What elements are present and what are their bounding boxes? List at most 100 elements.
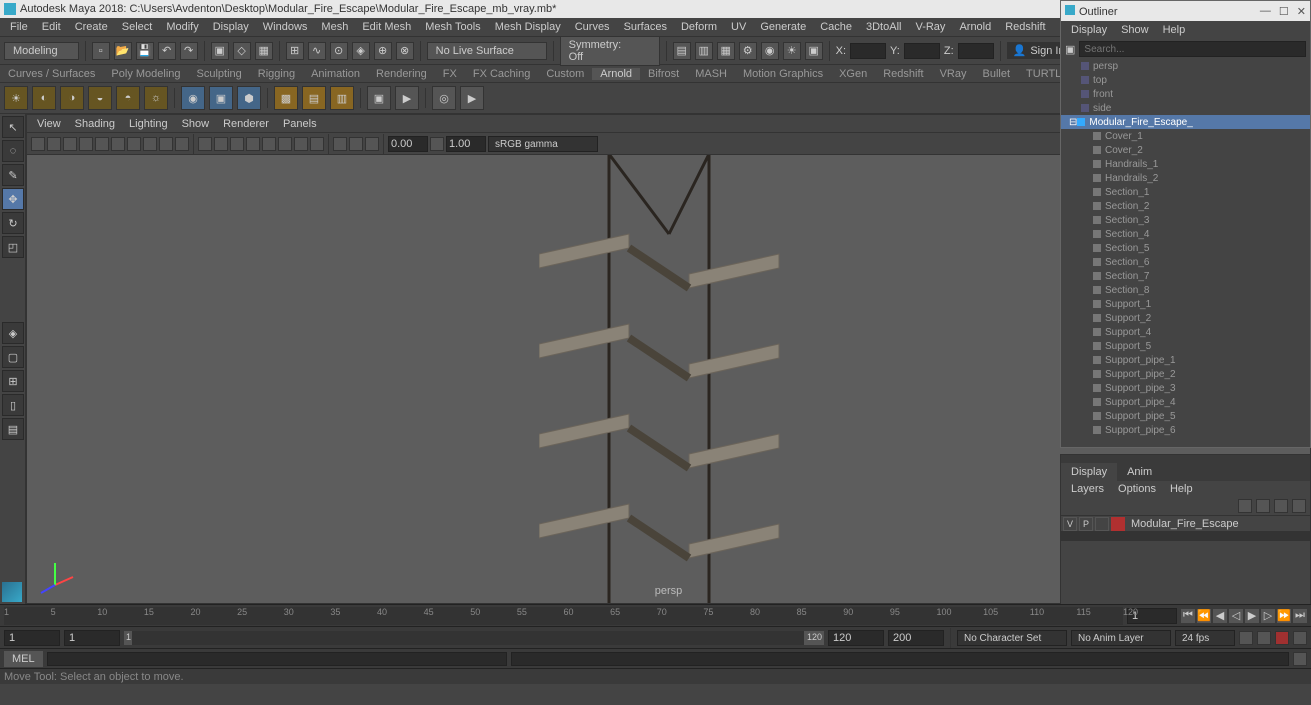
layer-move-down-icon[interactable]	[1256, 499, 1270, 513]
loop-icon[interactable]	[1239, 631, 1253, 645]
gamma-icon[interactable]	[430, 137, 444, 151]
snap-center-icon[interactable]: ⊕	[374, 42, 392, 60]
script-editor-icon[interactable]	[1293, 652, 1307, 666]
rotate-tool[interactable]: ↻	[2, 212, 24, 234]
layer-visible[interactable]: V	[1063, 517, 1077, 531]
exposure-input[interactable]	[388, 136, 428, 152]
select-mode-icon[interactable]: ▣	[211, 42, 229, 60]
layer-move-up-icon[interactable]	[1238, 499, 1252, 513]
menu-file[interactable]: File	[4, 21, 34, 33]
menu-edit-mesh[interactable]: Edit Mesh	[356, 21, 417, 33]
outliner-item-cover_2[interactable]: Cover_2	[1061, 143, 1310, 157]
depth-field-icon[interactable]	[310, 137, 324, 151]
menu-select[interactable]: Select	[116, 21, 159, 33]
resolution-gate-icon[interactable]	[159, 137, 173, 151]
layer-row[interactable]: V P Modular_Fire_Escape	[1061, 515, 1310, 531]
film-gate-icon[interactable]	[143, 137, 157, 151]
menu-redshift[interactable]: Redshift	[999, 21, 1051, 33]
outliner-item-front[interactable]: front	[1061, 87, 1310, 101]
render-icon[interactable]: ▤	[673, 42, 691, 60]
layers-menu-options[interactable]: Options	[1112, 483, 1162, 495]
outliner-item-section_4[interactable]: Section_4	[1061, 227, 1310, 241]
outliner-item-support_4[interactable]: Support_4	[1061, 325, 1310, 339]
outliner-item-support_pipe_2[interactable]: Support_pipe_2	[1061, 367, 1310, 381]
arnold-curve-icon[interactable]: ⬢	[237, 86, 261, 110]
shelf-tab-poly-modeling[interactable]: Poly Modeling	[103, 68, 188, 80]
arnold-flush-icon[interactable]: ▤	[302, 86, 326, 110]
layer-new-selected-icon[interactable]	[1292, 499, 1306, 513]
last-tool[interactable]: ◈	[2, 322, 24, 344]
arnold-photometric-icon[interactable]: ◒	[88, 86, 112, 110]
snap-plane-icon[interactable]: ◈	[352, 42, 370, 60]
xray-joints-icon[interactable]	[365, 137, 379, 151]
playback-start-input[interactable]	[64, 630, 120, 646]
z-input[interactable]	[958, 43, 994, 59]
go-start-icon[interactable]: ⏮	[1181, 609, 1195, 623]
outliner-item-handrails_1[interactable]: Handrails_1	[1061, 157, 1310, 171]
outliner-item-section_5[interactable]: Section_5	[1061, 241, 1310, 255]
arnold-create-shader-icon[interactable]: ◉	[181, 86, 205, 110]
shelf-tab-mash[interactable]: MASH	[687, 68, 735, 80]
outliner-item-support_pipe_1[interactable]: Support_pipe_1	[1061, 353, 1310, 367]
playblast-icon[interactable]: ▣	[805, 42, 823, 60]
layer-playback[interactable]: P	[1079, 517, 1093, 531]
layout-four-icon[interactable]: ⊞	[2, 370, 24, 392]
menu-deform[interactable]: Deform	[675, 21, 723, 33]
layers-menu-layers[interactable]: Layers	[1065, 483, 1110, 495]
outliner-item-root[interactable]: ⊟ Modular_Fire_Escape_	[1061, 115, 1310, 129]
menu-edit[interactable]: Edit	[36, 21, 67, 33]
shelf-tab-sculpting[interactable]: Sculpting	[189, 68, 250, 80]
outliner-menu-show[interactable]: Show	[1115, 24, 1155, 36]
view-transform-dropdown[interactable]: sRGB gamma	[488, 136, 598, 152]
layout-outliner-icon[interactable]: ▤	[2, 418, 24, 440]
paint-select-icon[interactable]: ▦	[255, 42, 273, 60]
arnold-physical-sky-icon[interactable]: ☼	[144, 86, 168, 110]
panel-menu-shading[interactable]: Shading	[69, 118, 121, 130]
shelf-tab-rendering[interactable]: Rendering	[368, 68, 435, 80]
outliner-item-top[interactable]: top	[1061, 73, 1310, 87]
menu-v-ray[interactable]: V-Ray	[909, 21, 951, 33]
scale-tool[interactable]: ◰	[2, 236, 24, 258]
outliner-title-bar[interactable]: Outliner — ☐ ✕	[1061, 1, 1310, 21]
cmd-lang-button[interactable]: MEL	[4, 651, 43, 667]
outliner-menu-help[interactable]: Help	[1157, 24, 1192, 36]
isolate-icon[interactable]	[333, 137, 347, 151]
playback-end-input[interactable]	[828, 630, 884, 646]
minimize-icon[interactable]: —	[1260, 5, 1271, 18]
arnold-standin-icon[interactable]: ▣	[209, 86, 233, 110]
y-input[interactable]	[904, 43, 940, 59]
multisample-icon[interactable]	[294, 137, 308, 151]
shelf-tab-animation[interactable]: Animation	[303, 68, 368, 80]
outliner-item-section_6[interactable]: Section_6	[1061, 255, 1310, 269]
shelf-tab-fx[interactable]: FX	[435, 68, 465, 80]
panel-menu-renderer[interactable]: Renderer	[217, 118, 275, 130]
shelf-tab-fx-caching[interactable]: FX Caching	[465, 68, 538, 80]
menu-create[interactable]: Create	[69, 21, 114, 33]
gate-mask-icon[interactable]	[175, 137, 189, 151]
shelf-tab-curves-surfaces[interactable]: Curves / Surfaces	[0, 68, 103, 80]
menu-cache[interactable]: Cache	[814, 21, 858, 33]
undo-icon[interactable]: ↶	[158, 42, 176, 60]
menu-uv[interactable]: UV	[725, 21, 752, 33]
panel-menu-panels[interactable]: Panels	[277, 118, 323, 130]
outliner-item-section_3[interactable]: Section_3	[1061, 213, 1310, 227]
shelf-tab-motion-graphics[interactable]: Motion Graphics	[735, 68, 831, 80]
menu-arnold[interactable]: Arnold	[953, 21, 997, 33]
step-back-key-icon[interactable]: ⏪	[1197, 609, 1211, 623]
shelf-tab-bullet[interactable]: Bullet	[975, 68, 1019, 80]
cmd-input[interactable]	[47, 652, 507, 666]
play-fwd-icon[interactable]: ▶	[1245, 609, 1259, 623]
outliner-item-handrails_2[interactable]: Handrails_2	[1061, 171, 1310, 185]
shelf-tab-rigging[interactable]: Rigging	[250, 68, 303, 80]
outliner-item-support_pipe_7[interactable]: Support_pipe_7	[1061, 437, 1310, 439]
open-scene-icon[interactable]: 📂	[114, 42, 132, 60]
outliner-item-side[interactable]: side	[1061, 101, 1310, 115]
outliner-item-support_pipe_5[interactable]: Support_pipe_5	[1061, 409, 1310, 423]
shelf-tab-custom[interactable]: Custom	[538, 68, 592, 80]
maximize-icon[interactable]: ☐	[1279, 5, 1289, 18]
panel-menu-lighting[interactable]: Lighting	[123, 118, 174, 130]
arnold-mesh-light-icon[interactable]: ◑	[60, 86, 84, 110]
step-fwd-key-icon[interactable]: ⏩	[1277, 609, 1291, 623]
time-slider[interactable]: 1510152025303540455055606570758085909510…	[0, 604, 1311, 626]
use-lights-icon[interactable]	[230, 137, 244, 151]
